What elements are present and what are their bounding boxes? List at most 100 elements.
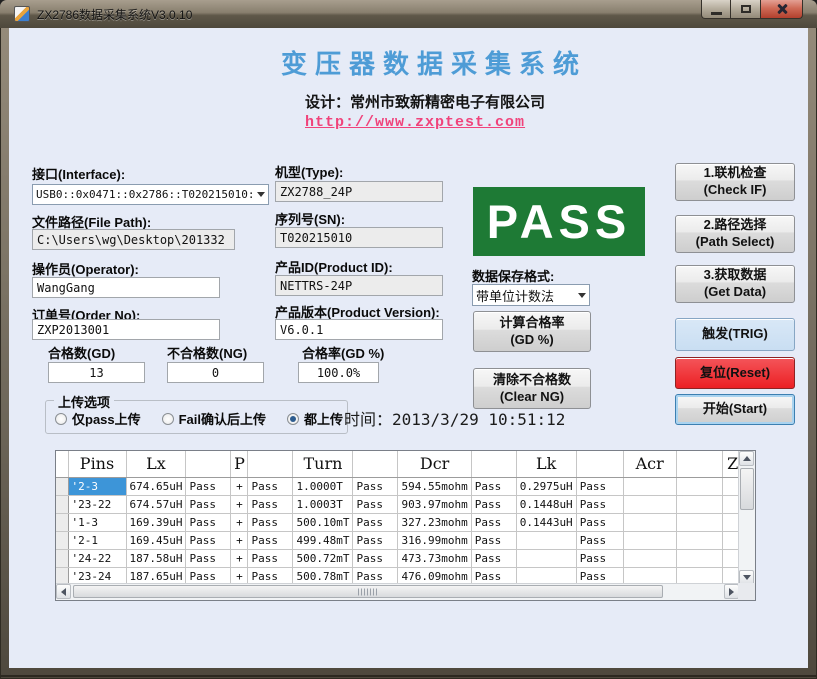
- table-cell[interactable]: [676, 513, 722, 531]
- table-cell[interactable]: 674.57uH: [126, 495, 186, 513]
- table-cell[interactable]: 1.0000T: [293, 477, 353, 495]
- gd-count-field[interactable]: [48, 362, 145, 383]
- close-button[interactable]: [761, 0, 803, 19]
- table-cell[interactable]: 1.0003T: [293, 495, 353, 513]
- table-cell[interactable]: [623, 477, 676, 495]
- table-cell[interactable]: Pass: [248, 549, 293, 567]
- table-cell[interactable]: Pass: [576, 531, 623, 549]
- column-header[interactable]: Lx: [126, 451, 186, 477]
- gd-rate-field[interactable]: [298, 362, 379, 383]
- start-button[interactable]: 开始(Start): [675, 394, 795, 425]
- table-cell[interactable]: [623, 495, 676, 513]
- table-cell[interactable]: 327.23mohm: [398, 513, 471, 531]
- table-cell[interactable]: [623, 531, 676, 549]
- table-cell[interactable]: '23-22: [68, 495, 126, 513]
- calc-rate-button[interactable]: 计算合格率 (GD %): [473, 311, 591, 352]
- table-cell[interactable]: [676, 531, 722, 549]
- row-header[interactable]: [56, 531, 68, 549]
- table-cell[interactable]: 473.73mohm: [398, 549, 471, 567]
- table-cell[interactable]: Pass: [471, 477, 516, 495]
- website-link[interactable]: http://www.zxptest.com: [305, 114, 525, 131]
- table-cell[interactable]: Pass: [576, 477, 623, 495]
- table-cell[interactable]: +: [231, 549, 248, 567]
- table-cell[interactable]: Pass: [353, 477, 398, 495]
- radio-option[interactable]: 都上传: [287, 409, 343, 428]
- column-header[interactable]: Acr: [623, 451, 676, 477]
- table-cell[interactable]: [676, 495, 722, 513]
- sn-field[interactable]: [275, 227, 443, 248]
- table-cell[interactable]: Pass: [353, 549, 398, 567]
- column-header[interactable]: Turn: [293, 451, 353, 477]
- operator-field[interactable]: [32, 277, 220, 298]
- table-cell[interactable]: Pass: [248, 531, 293, 549]
- table-cell[interactable]: 0.1448uH: [516, 495, 576, 513]
- table-cell[interactable]: Pass: [248, 513, 293, 531]
- table-cell[interactable]: Pass: [471, 513, 516, 531]
- table-cell[interactable]: [516, 549, 576, 567]
- column-header[interactable]: [353, 451, 398, 477]
- table-cell[interactable]: Pass: [353, 495, 398, 513]
- clear-ng-button[interactable]: 清除不合格数 (Clear NG): [473, 368, 591, 409]
- product-id-field[interactable]: [275, 275, 443, 296]
- column-header[interactable]: [576, 451, 623, 477]
- type-field[interactable]: [275, 181, 443, 202]
- table-cell[interactable]: Pass: [471, 549, 516, 567]
- scroll-left-button[interactable]: [56, 584, 71, 599]
- table-cell[interactable]: Pass: [353, 531, 398, 549]
- table-cell[interactable]: 500.10mT: [293, 513, 353, 531]
- table-cell[interactable]: 0.2975uH: [516, 477, 576, 495]
- table-cell[interactable]: [623, 513, 676, 531]
- table-cell[interactable]: Pass: [186, 495, 231, 513]
- table-cell[interactable]: 674.65uH: [126, 477, 186, 495]
- title-bar[interactable]: ZX2786数据采集系统V3.0.10: [0, 0, 817, 28]
- row-header[interactable]: [56, 495, 68, 513]
- column-header[interactable]: P: [231, 451, 248, 477]
- trig-button[interactable]: 触发(TRIG): [675, 318, 795, 351]
- column-header[interactable]: Pins: [68, 451, 126, 477]
- table-cell[interactable]: Pass: [576, 495, 623, 513]
- table-cell[interactable]: '24-22: [68, 549, 126, 567]
- table-cell[interactable]: 316.99mohm: [398, 531, 471, 549]
- column-header[interactable]: [471, 451, 516, 477]
- table-cell[interactable]: +: [231, 477, 248, 495]
- column-header[interactable]: Lk: [516, 451, 576, 477]
- radio-option[interactable]: Fail确认后上传: [162, 409, 266, 428]
- row-header[interactable]: [56, 549, 68, 567]
- table-cell[interactable]: +: [231, 531, 248, 549]
- table-cell[interactable]: Pass: [248, 477, 293, 495]
- column-header[interactable]: Dcr: [398, 451, 471, 477]
- scroll-up-button[interactable]: [739, 451, 754, 466]
- table-cell[interactable]: Pass: [186, 477, 231, 495]
- table-cell[interactable]: Pass: [576, 549, 623, 567]
- table-cell[interactable]: 169.39uH: [126, 513, 186, 531]
- table-cell[interactable]: Pass: [576, 513, 623, 531]
- ng-count-field[interactable]: [167, 362, 264, 383]
- table-cell[interactable]: [623, 549, 676, 567]
- table-cell[interactable]: 903.97mohm: [398, 495, 471, 513]
- column-header[interactable]: [248, 451, 293, 477]
- table-cell[interactable]: 0.1443uH: [516, 513, 576, 531]
- table-cell[interactable]: 169.45uH: [126, 531, 186, 549]
- maximize-button[interactable]: [731, 0, 761, 19]
- horizontal-scroll-thumb[interactable]: [73, 585, 663, 598]
- radio-option[interactable]: 仅pass上传: [55, 409, 141, 428]
- table-cell[interactable]: [676, 477, 722, 495]
- vertical-scroll-thumb[interactable]: [740, 468, 754, 510]
- minimize-button[interactable]: [701, 0, 731, 19]
- table-cell[interactable]: Pass: [186, 549, 231, 567]
- order-no-field[interactable]: [32, 319, 220, 340]
- path-select-button[interactable]: 2.路径选择 (Path Select): [675, 215, 795, 253]
- table-cell[interactable]: [516, 531, 576, 549]
- table-cell[interactable]: '1-3: [68, 513, 126, 531]
- interface-combobox[interactable]: USB0::0x0471::0x2786::T020215010:::: [32, 184, 269, 205]
- file-path-field[interactable]: [32, 229, 235, 250]
- reset-button[interactable]: 复位(Reset): [675, 357, 795, 389]
- table-cell[interactable]: 499.48mT: [293, 531, 353, 549]
- table-cell[interactable]: +: [231, 513, 248, 531]
- table-cell[interactable]: '2-3: [68, 477, 126, 495]
- scroll-right-button[interactable]: [724, 584, 739, 599]
- column-header[interactable]: [676, 451, 722, 477]
- column-header[interactable]: [186, 451, 231, 477]
- vertical-scrollbar[interactable]: [738, 451, 755, 585]
- table-cell[interactable]: Pass: [353, 513, 398, 531]
